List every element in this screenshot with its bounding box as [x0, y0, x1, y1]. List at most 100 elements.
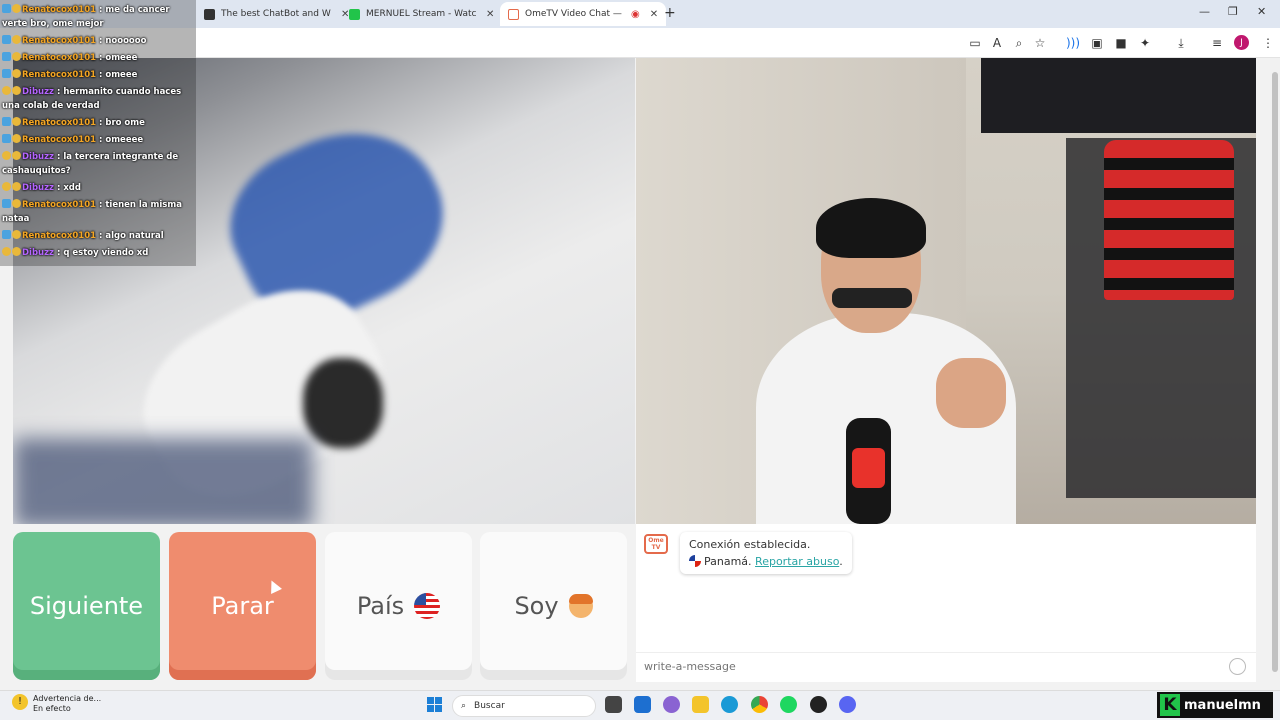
chat-badge-icon [2, 35, 11, 44]
message-input[interactable] [636, 652, 1256, 680]
us-flag-icon [414, 593, 441, 619]
tab-mernuel[interactable]: MERNUEL Stream - Watch Live ✕ [341, 2, 502, 26]
maximize-icon[interactable]: ❐ [1228, 5, 1238, 18]
chat-username[interactable]: Dibuzz [22, 152, 54, 162]
country-button-label: País [356, 592, 405, 620]
chat-username[interactable]: Renatocox0101 [22, 135, 96, 145]
extensions-puzzle-icon[interactable]: ✦ [1137, 35, 1153, 51]
next-button[interactable]: Siguiente [13, 532, 160, 680]
windows-start-icon[interactable] [427, 697, 442, 712]
chat-badge-icon [12, 182, 21, 191]
store-icon[interactable] [634, 696, 651, 713]
chat-username[interactable]: Renatocox0101 [22, 70, 96, 80]
stream-chat-message: Renatocox0101 : omeee [2, 51, 194, 65]
chat-badge-icon [2, 247, 11, 256]
alert-title: Advertencia de... [33, 694, 102, 703]
chat-badge-icon [12, 199, 21, 208]
gender-button[interactable]: Soy [480, 532, 627, 680]
spotify-icon[interactable] [780, 696, 797, 713]
tab-chatbot[interactable]: The best ChatBot and Widgets ✕ [196, 2, 357, 26]
stream-chat-message: Renatocox0101 : tienen la misma nataa [2, 198, 194, 226]
app-icon[interactable] [810, 696, 827, 713]
chat-badge-icon [12, 52, 21, 61]
chat-text: : bro ome [99, 118, 145, 128]
weather-alert[interactable]: ! Advertencia de... En efecto [12, 694, 101, 714]
chat-username[interactable]: Renatocox0101 [22, 36, 96, 46]
boy-face-icon [568, 594, 593, 618]
copilot-icon[interactable] [663, 696, 680, 713]
discord-icon[interactable] [839, 696, 856, 713]
connection-status: Conexión establecida. [689, 538, 811, 551]
next-button-label: Siguiente [29, 592, 144, 620]
chat-username[interactable]: Renatocox0101 [22, 231, 96, 241]
chat-badge-icon [12, 86, 21, 95]
stream-chat-message: Renatocox0101 : omeee [2, 68, 194, 82]
stream-chat-message: Renatocox0101 : bro ome [2, 116, 194, 130]
scrollbar-thumb[interactable] [1272, 72, 1278, 672]
stream-chat-overlay: Renatocox0101 : me da cancer verte bro, … [0, 0, 196, 266]
edge-icon[interactable] [721, 696, 738, 713]
menu-icon[interactable]: ⋮ [1260, 35, 1276, 51]
zoom-icon[interactable]: ⌕ [1011, 35, 1027, 51]
system-message: Conexión establecida. Panamá. Reportar a… [680, 532, 852, 574]
taskbar: ! Advertencia de... En efecto ⌕ Buscar [0, 690, 1280, 720]
profile-avatar[interactable]: J [1234, 35, 1249, 50]
window-close-icon[interactable]: ✕ [1257, 5, 1266, 18]
chat-badge-icon [2, 86, 11, 95]
tab-search-icon[interactable]: ≡ [1209, 35, 1225, 51]
chat-badge-icon [2, 117, 11, 126]
bookmark-star-icon[interactable]: ☆ [1032, 35, 1048, 51]
translate-icon[interactable]: A [989, 35, 1005, 51]
chat-username[interactable]: Dibuzz [22, 248, 54, 258]
new-tab-plus-icon[interactable]: + [664, 5, 676, 21]
chat-badge-icon [2, 4, 11, 13]
chat-text: : noooooo [99, 36, 147, 46]
download-icon[interactable]: ⤓ [1173, 35, 1189, 51]
chat-badge-icon [12, 4, 21, 13]
chat-username[interactable]: Dibuzz [22, 87, 54, 97]
minimize-icon[interactable]: — [1199, 5, 1210, 18]
stream-chat-message: Renatocox0101 : omeeee [2, 133, 194, 147]
search-icon: ⌕ [461, 701, 467, 711]
tab-title: OmeTV Video Chat — Ome [525, 9, 625, 19]
chatbot-favicon-icon [204, 8, 215, 20]
tab-title: The best ChatBot and Widgets [221, 9, 331, 19]
self-camera-video [636, 58, 1256, 524]
chat-username[interactable]: Renatocox0101 [22, 200, 96, 210]
chat-badge-icon [2, 134, 11, 143]
close-icon[interactable]: ✕ [650, 9, 658, 20]
chat-badge-icon [12, 117, 21, 126]
file-explorer-icon[interactable] [692, 696, 709, 713]
task-view-icon[interactable] [605, 696, 622, 713]
stranger-country: Panamá. [704, 555, 752, 568]
tab-title: MERNUEL Stream - Watch Live [366, 9, 476, 19]
alert-subtitle: En efecto [33, 704, 71, 713]
chat-username[interactable]: Renatocox0101 [22, 118, 96, 128]
cast-icon[interactable]: ▭ [967, 35, 983, 51]
extension-audio-icon[interactable]: ))) [1065, 35, 1081, 51]
recording-icon: ◉ [631, 8, 640, 20]
taskbar-search[interactable]: ⌕ Buscar [452, 695, 596, 717]
country-button[interactable]: País [325, 532, 472, 680]
chat-username[interactable]: Renatocox0101 [22, 5, 96, 15]
chrome-icon[interactable] [751, 696, 768, 713]
extension-icon[interactable]: ▣ [1089, 35, 1105, 51]
chat-badge-icon [2, 151, 11, 160]
video-tv-shape [981, 58, 1256, 133]
chat-badge-icon [2, 230, 11, 239]
video-fist-shape [936, 358, 1006, 428]
chat-username[interactable]: Renatocox0101 [22, 53, 96, 63]
extension-icon[interactable]: ■ [1113, 35, 1129, 51]
stop-button[interactable]: Parar [169, 532, 316, 680]
emoji-icon[interactable] [1229, 658, 1246, 675]
report-abuse-link[interactable]: Reportar abuso [755, 555, 839, 568]
scrollbar[interactable] [1270, 58, 1280, 690]
chat-text: : xdd [56, 183, 81, 193]
chat-text: : q estoy viendo xd [56, 248, 149, 258]
video-glasses-shape [832, 288, 912, 308]
tab-ometv[interactable]: OmeTV Video Chat — Ome ◉ ✕ [500, 2, 667, 26]
chat-badge-icon [2, 182, 11, 191]
chat-username[interactable]: Dibuzz [22, 183, 54, 193]
close-icon[interactable]: ✕ [486, 9, 494, 20]
ometv-favicon-icon [508, 8, 519, 20]
